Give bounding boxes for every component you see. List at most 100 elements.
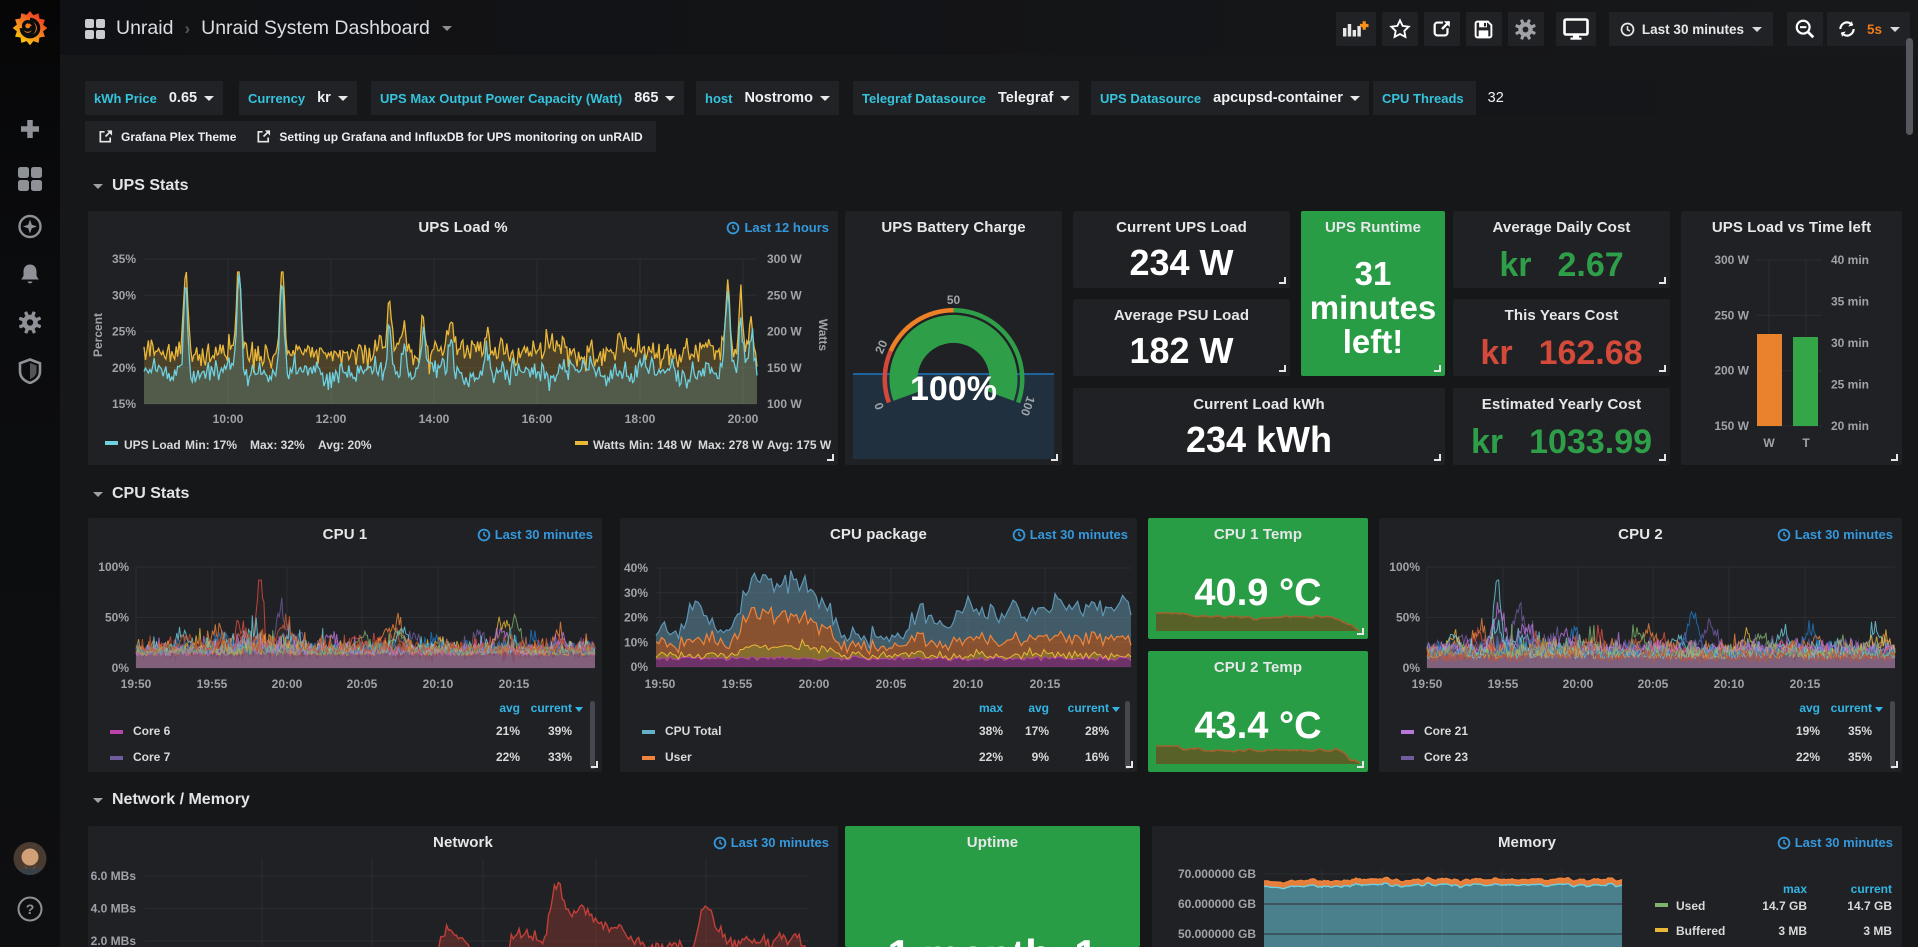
svg-text:?: ?: [26, 901, 35, 917]
svg-text:20:00: 20:00: [272, 677, 303, 691]
svg-text:Core 7: Core 7: [133, 750, 171, 764]
svg-text:30%: 30%: [624, 586, 648, 600]
svg-text:3 MB: 3 MB: [1863, 924, 1892, 938]
svg-text:avg: avg: [499, 701, 520, 715]
svg-text:40%: 40%: [624, 561, 648, 575]
svg-text:150 W: 150 W: [767, 361, 802, 375]
svg-text:35%: 35%: [1848, 724, 1872, 738]
svg-text:2.0 MBs: 2.0 MBs: [91, 934, 137, 947]
svg-text:19:55: 19:55: [1488, 677, 1519, 691]
svg-text:25%: 25%: [112, 325, 136, 339]
svg-text:Watts: Watts: [593, 438, 626, 452]
svg-text:150 W: 150 W: [1714, 419, 1749, 433]
svg-text:16:00: 16:00: [522, 412, 553, 426]
svg-text:20:15: 20:15: [499, 677, 530, 691]
svg-text:19%: 19%: [1796, 724, 1820, 738]
svg-text:10%: 10%: [624, 635, 648, 649]
svg-text:100 W: 100 W: [767, 397, 802, 411]
svg-text:250 W: 250 W: [767, 288, 802, 302]
svg-text:35%: 35%: [112, 252, 136, 266]
svg-text:Watts: Watts: [816, 319, 830, 352]
svg-text:W: W: [1763, 436, 1775, 450]
svg-text:20%: 20%: [112, 361, 136, 375]
svg-text:22%: 22%: [496, 750, 520, 764]
svg-text:21%: 21%: [496, 724, 520, 738]
svg-text:20:10: 20:10: [1714, 677, 1745, 691]
svg-text:Min: 17%: Min: 17%: [185, 438, 237, 452]
svg-text:50.000000 GB: 50.000000 GB: [1178, 927, 1256, 941]
svg-text:3 MB: 3 MB: [1778, 924, 1807, 938]
svg-text:User: User: [665, 750, 692, 764]
svg-text:20:15: 20:15: [1030, 677, 1061, 691]
svg-text:100%: 100%: [910, 370, 997, 408]
svg-text:50%: 50%: [1396, 611, 1420, 625]
svg-text:33%: 33%: [548, 750, 572, 764]
svg-text:avg: avg: [1799, 701, 1820, 715]
svg-text:current: current: [1068, 701, 1109, 715]
svg-text:6.0 MBs: 6.0 MBs: [91, 869, 137, 883]
svg-text:200 W: 200 W: [767, 325, 802, 339]
svg-text:Core 21: Core 21: [1424, 724, 1468, 738]
svg-text:50: 50: [947, 293, 961, 307]
svg-text:Min: 148 W: Min: 148 W: [629, 438, 692, 452]
svg-text:300 W: 300 W: [1714, 253, 1749, 267]
svg-text:19:55: 19:55: [722, 677, 753, 691]
svg-text:200 W: 200 W: [1714, 364, 1749, 378]
svg-text:20:10: 20:10: [953, 677, 984, 691]
svg-text:30%: 30%: [112, 288, 136, 302]
svg-text:70.000000 GB: 70.000000 GB: [1178, 867, 1256, 881]
svg-text:20:05: 20:05: [1638, 677, 1669, 691]
svg-text:12:00: 12:00: [316, 412, 347, 426]
svg-text:17%: 17%: [1025, 724, 1049, 738]
svg-text:20:05: 20:05: [347, 677, 378, 691]
svg-text:avg: avg: [1028, 701, 1049, 715]
svg-text:UPS Load: UPS Load: [124, 438, 181, 452]
svg-text:19:50: 19:50: [645, 677, 676, 691]
svg-text:38%: 38%: [979, 724, 1003, 738]
svg-text:20:15: 20:15: [1790, 677, 1821, 691]
svg-text:current: current: [531, 701, 572, 715]
svg-text:25 min: 25 min: [1831, 378, 1869, 392]
svg-text:22%: 22%: [979, 750, 1003, 764]
svg-text:60.000000 GB: 60.000000 GB: [1178, 897, 1256, 911]
svg-text:18:00: 18:00: [625, 412, 656, 426]
svg-text:50%: 50%: [105, 611, 129, 625]
svg-text:9%: 9%: [1032, 750, 1050, 764]
svg-text:20%: 20%: [624, 611, 648, 625]
svg-text:20:00: 20:00: [1563, 677, 1594, 691]
svg-text:Avg: 20%: Avg: 20%: [318, 438, 372, 452]
svg-text:max: max: [1783, 882, 1807, 896]
svg-text:14:00: 14:00: [419, 412, 450, 426]
svg-text:0%: 0%: [112, 661, 130, 675]
svg-text:39%: 39%: [548, 724, 572, 738]
svg-text:35 min: 35 min: [1831, 295, 1869, 309]
svg-text:Core 6: Core 6: [133, 724, 171, 738]
svg-text:20:00: 20:00: [728, 412, 759, 426]
svg-text:14.7 GB: 14.7 GB: [1847, 899, 1892, 913]
svg-text:max: max: [979, 701, 1003, 715]
svg-text:Avg: 175 W: Avg: 175 W: [767, 438, 832, 452]
svg-text:100%: 100%: [1389, 560, 1420, 574]
svg-text:T: T: [1802, 436, 1810, 450]
svg-text:20:10: 20:10: [423, 677, 454, 691]
svg-text:Percent: Percent: [91, 313, 105, 357]
svg-text:Max: 32%: Max: 32%: [250, 438, 305, 452]
svg-text:14.7 GB: 14.7 GB: [1762, 899, 1807, 913]
svg-text:current: current: [1831, 701, 1872, 715]
svg-text:15%: 15%: [112, 397, 136, 411]
svg-text:22%: 22%: [1796, 750, 1820, 764]
svg-text:Used: Used: [1676, 899, 1705, 913]
svg-text:40 min: 40 min: [1831, 253, 1869, 267]
svg-text:20:05: 20:05: [876, 677, 907, 691]
svg-text:16%: 16%: [1085, 750, 1109, 764]
svg-text:35%: 35%: [1848, 750, 1872, 764]
svg-text:current: current: [1851, 882, 1892, 896]
svg-text:20 min: 20 min: [1831, 419, 1869, 433]
svg-text:28%: 28%: [1085, 724, 1109, 738]
svg-text:250 W: 250 W: [1714, 308, 1749, 322]
svg-text:19:55: 19:55: [197, 677, 228, 691]
svg-text:30 min: 30 min: [1831, 336, 1869, 350]
svg-text:20:00: 20:00: [799, 677, 830, 691]
svg-text:Max: 278 W: Max: 278 W: [698, 438, 764, 452]
svg-text:CPU Total: CPU Total: [665, 724, 721, 738]
